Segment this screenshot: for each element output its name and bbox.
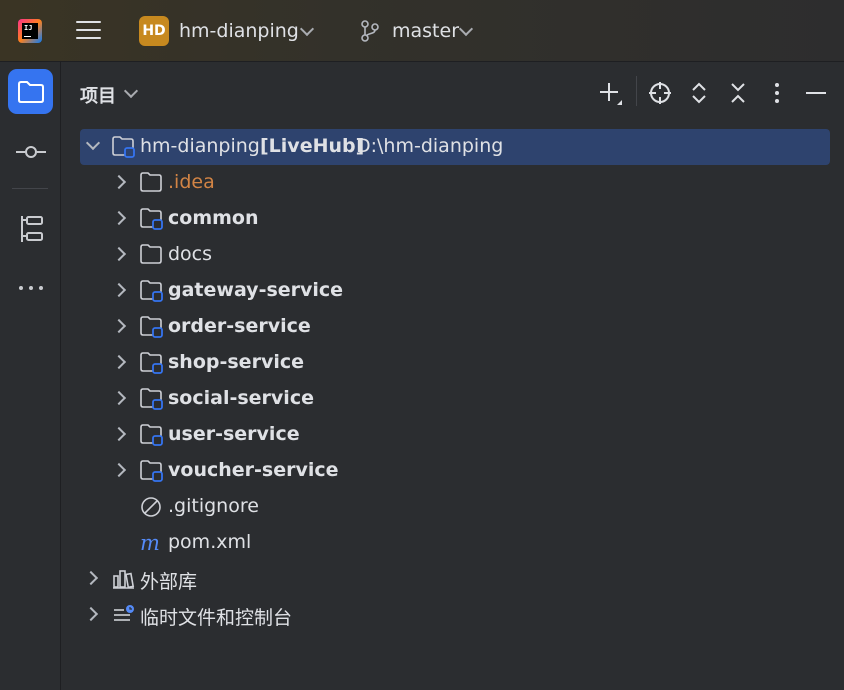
chevron-right-icon[interactable] [111,174,127,190]
locate-button[interactable] [645,78,675,108]
tree-label: common [168,207,259,229]
hamburger-menu-icon[interactable] [76,19,101,41]
maven-icon: m [140,532,160,554]
commit-icon [15,145,46,158]
chevron-right-icon[interactable] [111,462,127,478]
tree-label: user-service [168,423,300,445]
chevron-right-icon[interactable] [111,354,127,370]
minimize-icon [806,92,826,94]
tree-label: voucher-service [168,459,339,481]
branch-icon[interactable] [360,20,380,42]
strip-divider [12,188,48,189]
commit-tool-button[interactable] [8,129,53,174]
chevron-right-icon[interactable] [83,606,99,622]
tree-row-scratches[interactable]: 临时文件和控制台 [80,597,830,633]
add-icon [600,83,622,105]
tree-row[interactable]: .idea [80,165,830,201]
chevron-down-icon[interactable] [458,21,474,37]
tree-label: .idea [168,171,215,193]
tool-window-strip [0,62,61,690]
tree-row[interactable]: m pom.xml [80,525,830,561]
options-button[interactable] [762,78,792,108]
chevron-right-icon[interactable] [111,318,127,334]
tree-label: order-service [168,315,311,337]
project-name[interactable]: hm-dianping [179,20,299,42]
collapse-all-button[interactable] [723,78,753,108]
scratches-icon [114,605,134,621]
tree-label: shop-service [168,351,304,373]
structure-icon [20,215,43,242]
chevron-down-icon[interactable] [123,83,139,99]
tree-label: 临时文件和控制台 [140,607,293,629]
ignore-file-icon [141,497,161,517]
tree-label: hm-dianping [140,135,260,157]
project-tool-button[interactable] [8,69,53,114]
tree-label: pom.xml [168,531,252,553]
module-folder-icon [140,388,163,410]
tree-row[interactable]: docs [80,237,830,273]
collapse-all-icon [731,83,745,103]
folder-icon [140,244,162,264]
expand-all-icon [692,82,706,104]
tree-row[interactable]: gateway-service [80,273,830,309]
tree-row[interactable]: voucher-service [80,453,830,489]
library-icon [113,570,135,589]
tree-label: gateway-service [168,279,344,301]
structure-tool-button[interactable] [8,206,53,251]
folder-icon [17,80,44,103]
branch-name[interactable]: master [392,20,459,42]
chevron-right-icon[interactable] [111,282,127,298]
tree-row[interactable]: user-service [80,417,830,453]
panel-title[interactable]: 项目 [80,82,116,108]
module-folder-icon [140,280,163,302]
tree-row[interactable]: .gitignore [80,489,830,525]
chevron-right-icon[interactable] [111,426,127,442]
chevron-right-icon[interactable] [111,246,127,262]
add-button[interactable] [595,78,625,108]
chevron-down-icon[interactable] [299,21,315,37]
tree-row[interactable]: order-service [80,309,830,345]
tree-label: docs [168,243,213,265]
tree-row[interactable]: social-service [80,381,830,417]
module-folder-icon [140,352,163,374]
chevron-right-icon[interactable] [111,210,127,226]
more-tools-button[interactable] [8,265,53,310]
tree-label: social-service [168,387,314,409]
project-path: D:\hm-dianping [356,135,504,157]
expand-all-button[interactable] [684,78,714,108]
chevron-down-icon[interactable] [85,135,101,151]
folder-icon [140,172,162,192]
project-badge[interactable]: HD [139,16,169,46]
svg-text:m: m [140,532,160,554]
tree-row[interactable]: common [80,201,830,237]
locate-icon [649,82,671,104]
vcs-tag: [LiveHub] [260,135,365,157]
tree-row-external-libraries[interactable]: 外部库 [80,561,830,597]
tree-row-root[interactable]: hm-dianping [LiveHub] D:\hm-dianping [80,129,830,165]
header-divider [636,76,637,106]
module-folder-icon [140,460,163,482]
tree-label: .gitignore [168,495,259,517]
chevron-right-icon[interactable] [111,390,127,406]
title-bar: IJ HD hm-dianping master [0,0,844,62]
tree-row[interactable]: shop-service [80,345,830,381]
tree-label: 外部库 [140,571,198,593]
hide-button[interactable] [801,78,831,108]
more-horizontal-icon [18,285,43,290]
app-logo-icon[interactable]: IJ [18,19,42,43]
module-folder-icon [140,208,163,230]
module-folder-icon [140,424,163,446]
more-vertical-icon [775,83,779,103]
chevron-right-icon[interactable] [83,570,99,586]
module-folder-icon [112,136,135,158]
module-folder-icon [140,316,163,338]
